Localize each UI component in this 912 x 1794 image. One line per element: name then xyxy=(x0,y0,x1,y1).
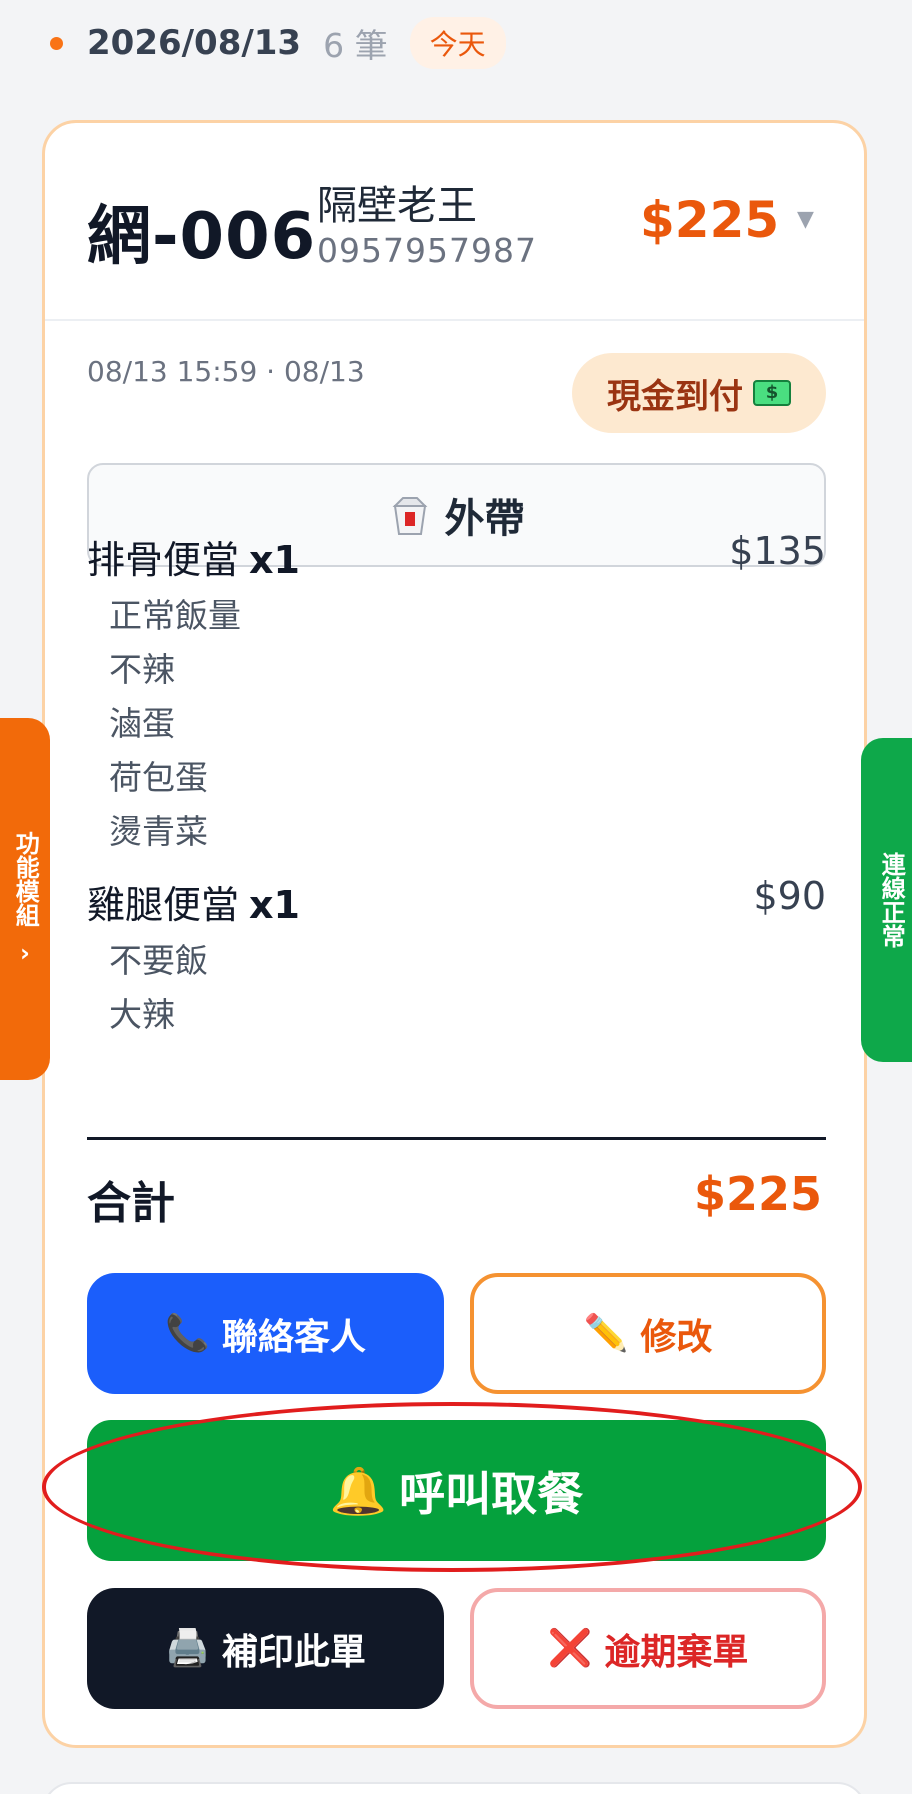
order-page: 2026/08/13 6 筆 今天 網-006 隔壁老王 0957957987 … xyxy=(0,0,912,1794)
date-dot-indicator xyxy=(50,36,63,50)
item-option: 正常飯量 xyxy=(109,596,241,635)
cross-mark-icon: ❌ xyxy=(547,1627,593,1669)
contact-customer-label: 聯絡客人 xyxy=(221,1316,366,1358)
item-option: 不辣 xyxy=(109,650,175,689)
order-card: 網-006 隔壁老王 0957957987 $225 ▼ 08/13 15:59… xyxy=(42,120,867,1748)
item-price: $90 xyxy=(753,874,826,918)
item-qty: x1 xyxy=(249,538,300,582)
phone-icon: 📞 xyxy=(165,1312,210,1354)
void-overdue-button[interactable]: ❌ 逾期棄單 xyxy=(470,1588,826,1709)
edit-order-button[interactable]: ✏️ 修改 xyxy=(470,1273,826,1394)
chevron-right-icon: › xyxy=(20,939,30,967)
collapse-caret-icon[interactable]: ▼ xyxy=(797,207,814,232)
reprint-order-label: 補印此單 xyxy=(221,1631,366,1673)
today-badge: 今天 xyxy=(409,17,506,69)
date-group-header[interactable]: 2026/08/13 6 筆 今天 xyxy=(50,17,506,69)
item-option: 滷蛋 xyxy=(109,704,175,743)
next-order-card[interactable] xyxy=(42,1782,867,1794)
bell-icon: 🔔 xyxy=(329,1463,388,1518)
payment-method-label: 現金到付 xyxy=(607,376,743,417)
connection-status-label: 連線正常 xyxy=(877,852,906,948)
total-label: 合計 xyxy=(87,1178,175,1229)
total-divider xyxy=(87,1137,826,1140)
contact-customer-button[interactable]: 📞 聯絡客人 xyxy=(87,1273,444,1394)
order-item: 排骨便當 x1 $135 xyxy=(87,529,826,583)
total-value: $225 xyxy=(693,1167,822,1221)
function-module-label: 功能模組 xyxy=(11,831,40,927)
item-option: 荷包蛋 xyxy=(109,758,208,797)
printer-icon: 🖨️ xyxy=(165,1627,210,1669)
void-overdue-label: 逾期棄單 xyxy=(604,1631,749,1673)
customer-name: 隔壁老王 xyxy=(317,183,477,229)
order-count: 6 筆 xyxy=(323,26,388,65)
customer-phone: 0957957987 xyxy=(317,231,537,270)
connection-status-tab[interactable]: 連線正常 xyxy=(861,738,912,1062)
reprint-order-button[interactable]: 🖨️ 補印此單 xyxy=(87,1588,444,1709)
call-pickup-button[interactable]: 🔔 呼叫取餐 xyxy=(87,1420,826,1561)
item-name: 排骨便當 xyxy=(87,538,240,582)
edit-order-label: 修改 xyxy=(640,1316,713,1358)
item-option: 不要飯 xyxy=(109,941,208,980)
item-option: 燙青菜 xyxy=(109,812,208,851)
order-item: 雞腿便當 x1 $90 xyxy=(87,874,826,928)
date-label: 2026/08/13 xyxy=(87,23,302,63)
item-price: $135 xyxy=(729,529,826,573)
item-name: 雞腿便當 xyxy=(87,883,240,927)
payment-badge: 現金到付 $ xyxy=(572,353,826,433)
order-card-header[interactable]: 網-006 隔壁老王 0957957987 $225 ▼ xyxy=(45,123,864,321)
call-pickup-label: 呼叫取餐 xyxy=(399,1466,584,1521)
item-qty: x1 xyxy=(249,883,300,927)
pencil-icon: ✏️ xyxy=(583,1312,629,1354)
order-header-total: $225 xyxy=(640,191,780,249)
order-time: 08/13 15:59 · 08/13 xyxy=(87,355,365,388)
item-option: 大辣 xyxy=(109,995,175,1034)
function-module-tab[interactable]: 功能模組 › xyxy=(0,718,50,1080)
order-number: 網-006 xyxy=(87,200,317,274)
cash-icon: $ xyxy=(753,380,791,406)
